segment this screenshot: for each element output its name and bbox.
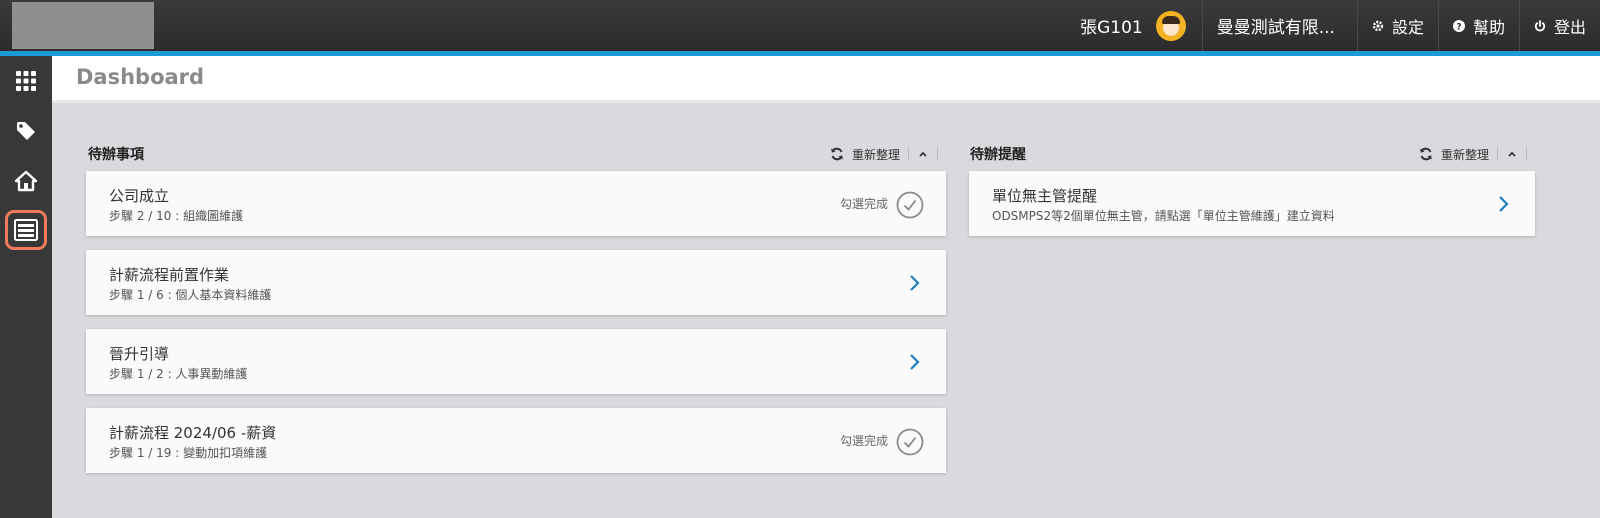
list-panel-icon [14,219,38,241]
user-name: 張G101 [1080,18,1143,38]
sidebar-item-apps[interactable] [5,61,47,101]
todo-panel-header: 待辦事項 重新整理 [88,143,946,165]
todo-card-step: 步驟 1 / 19 : 變動加扣項維護 [109,446,268,460]
avatar[interactable] [1155,10,1186,41]
help-label: 幫助 [1472,17,1505,37]
sidebar-item-tags[interactable] [5,111,47,151]
sidebar-item-dashboard[interactable] [5,210,47,250]
chevron-right-icon[interactable] [908,274,920,292]
mark-done-label[interactable]: 勾選完成 [840,432,888,449]
refresh-button[interactable]: 重新整理 [852,146,900,163]
page-title: Dashboard [76,65,205,89]
sidebar-item-home[interactable] [5,161,47,201]
todo-panel-title: 待辦事項 [88,147,144,163]
todo-card[interactable]: 公司成立 步驟 2 / 10 : 組織圖維護 勾選完成 [86,171,946,236]
svg-text:?: ? [1456,22,1461,32]
help-icon: ? [1452,19,1465,32]
chevron-up-icon[interactable] [917,148,929,160]
refresh-icon[interactable] [830,147,844,161]
logout-label: 登出 [1553,17,1586,37]
power-icon [1534,19,1546,32]
top-bar: 張G101 曼曼測試有限... 設定 ? 幫助 登出 [0,0,1600,51]
todo-panel-actions: 重新整理 [830,143,946,165]
todo-card-step: 步驟 1 / 6 : 個人基本資料維護 [109,288,272,302]
top-bar-right: 張G101 曼曼測試有限... 設定 ? 幫助 登出 [1080,0,1600,51]
sidebar [0,56,52,518]
reminder-card-detail: ODSMPS2等2個單位無主管，請點選「單位主管維護」建立資料 [992,209,1335,223]
reminders-panel-title: 待辦提醒 [970,147,1026,163]
user-menu[interactable]: 張G101 [1080,0,1202,51]
company-logo[interactable] [12,2,154,49]
help-link[interactable]: ? 幫助 [1439,0,1519,51]
reminders-panel-actions: 重新整理 [1419,143,1535,165]
todo-card[interactable]: 計薪流程 2024/06 -薪資 步驟 1 / 19 : 變動加扣項維護 勾選完… [86,408,946,473]
todo-card-title: 計薪流程前置作業 [109,266,230,284]
reminders-panel-header: 待辦提醒 重新整理 [970,143,1535,165]
todo-card-title: 公司成立 [109,187,170,205]
divider [1526,147,1527,161]
check-circle-icon[interactable] [896,191,924,219]
refresh-button[interactable]: 重新整理 [1441,146,1489,163]
todo-card-title: 晉升引導 [109,345,170,363]
todo-card-title: 計薪流程 2024/06 -薪資 [109,424,277,442]
chevron-up-icon[interactable] [1506,148,1518,160]
refresh-icon[interactable] [1419,147,1433,161]
home-icon [14,170,38,192]
todo-card[interactable]: 晉升引導 步驟 1 / 2 : 人事異動維護 [86,329,946,394]
todo-card-step: 步驟 2 / 10 : 組織圖維護 [109,209,244,223]
divider [937,147,938,161]
chevron-right-icon[interactable] [908,353,920,371]
settings-link[interactable]: 設定 [1358,0,1438,51]
todo-card[interactable]: 計薪流程前置作業 步驟 1 / 6 : 個人基本資料維護 [86,250,946,315]
company-selector[interactable]: 曼曼測試有限... [1203,13,1357,38]
check-circle-icon[interactable] [896,428,924,456]
mark-done-label[interactable]: 勾選完成 [840,195,888,212]
todo-card-step: 步驟 1 / 2 : 人事異動維護 [109,367,248,381]
apps-grid-icon [16,71,36,91]
tag-icon [17,122,35,140]
reminder-card-title: 單位無主管提醒 [992,187,1098,205]
chevron-right-icon[interactable] [1497,195,1509,213]
reminder-card[interactable]: 單位無主管提醒 ODSMPS2等2個單位無主管，請點選「單位主管維護」建立資料 [969,171,1535,236]
logout-link[interactable]: 登出 [1520,0,1600,51]
page-header: Dashboard [52,56,1600,103]
gear-icon [1372,20,1384,32]
divider [908,147,909,161]
settings-label: 設定 [1391,17,1424,37]
divider [1497,147,1498,161]
